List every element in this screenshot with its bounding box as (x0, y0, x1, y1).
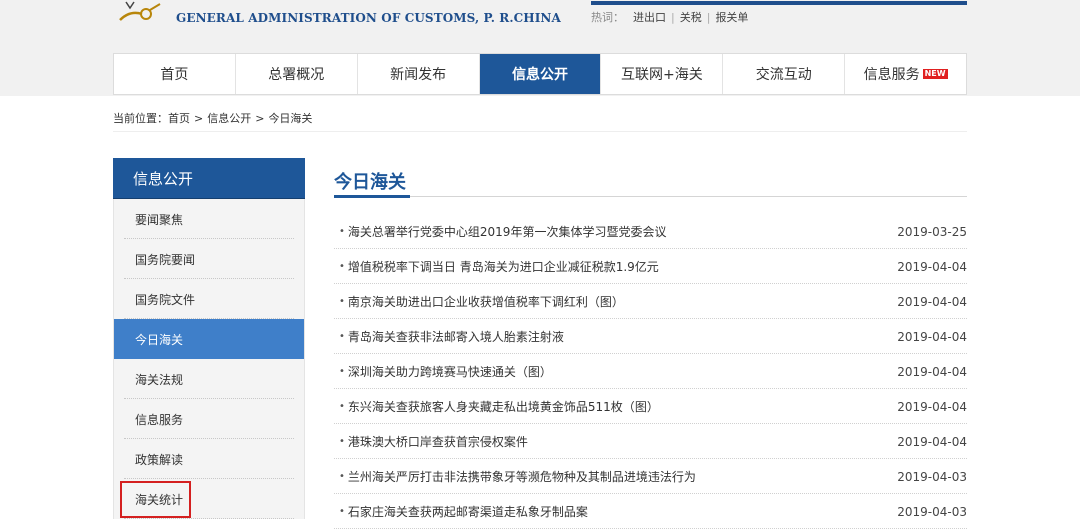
divider (334, 196, 967, 197)
news-title[interactable]: 深圳海关助力跨境赛马快速通关（图） (348, 363, 552, 380)
nav-item-label: 新闻发布 (390, 67, 447, 83)
nav-item-news-release[interactable]: 新闻发布 (358, 54, 480, 94)
divider (113, 131, 967, 132)
breadcrumb-link-home[interactable]: 首页 (168, 112, 190, 125)
news-title[interactable]: 南京海关助进出口企业收获增值税率下调红利（图） (348, 293, 624, 310)
hot-search-label: 热词： (591, 11, 624, 24)
sidebar-item-label: 海关统计 (119, 480, 192, 518)
breadcrumb-link-info-disclosure[interactable]: 信息公开 (207, 112, 251, 125)
new-badge: NEW (922, 69, 948, 79)
bullet-icon: • (339, 401, 345, 412)
news-date: 2019-04-03 (897, 469, 967, 484)
nav-item-label: 首页 (160, 67, 189, 83)
main-content: 今日海关 • 海关总署举行党委中心组2019年第一次集体学习暨党委会议 2019-0… (334, 158, 967, 529)
sidebar-item-info-service[interactable]: 信息服务 (114, 399, 304, 439)
sidebar-item-label: 政策解读 (135, 452, 184, 467)
bullet-icon: • (339, 506, 345, 517)
sidebar-item-label: 今日海关 (135, 332, 184, 347)
bullet-icon: • (339, 436, 345, 447)
bullet-icon: • (339, 296, 345, 307)
news-title[interactable]: 青岛海关查获非法邮寄入境人胎素注射液 (348, 328, 564, 345)
search-bar[interactable] (591, 1, 967, 5)
header-band: GENERAL ADMINISTRATION OF CUSTOMS, P. R.… (0, 0, 1080, 96)
hot-search: 热词： 进出口 | 关税 | 报关单 (591, 9, 753, 25)
nav-item-home[interactable]: 首页 (114, 54, 236, 94)
title-underline (334, 195, 410, 198)
sidebar: 信息公开 要闻聚焦 国务院要闻 国务院文件 今日海关 海关法规 信息服务 政策解… (113, 158, 305, 519)
breadcrumb-current: 今日海关 (268, 112, 313, 125)
sidebar-item-customs-statistics[interactable]: 海关统计 (114, 479, 304, 519)
bullet-icon: • (339, 226, 345, 237)
breadcrumb-prefix: 当前位置： (113, 112, 168, 125)
sidebar-item-news-focus[interactable]: 要闻聚焦 (114, 199, 304, 239)
breadcrumb-separator: > (194, 112, 204, 125)
list-item[interactable]: • 海关总署举行党委中心组2019年第一次集体学习暨党委会议 2019-03-25 (334, 214, 967, 249)
site-name-english[interactable]: GENERAL ADMINISTRATION OF CUSTOMS, P. R.… (176, 11, 561, 25)
nav-item-internet-customs[interactable]: 互联网+海关 (601, 54, 724, 94)
news-date: 2019-04-04 (897, 399, 967, 414)
list-item[interactable]: • 东兴海关查获旅客人身夹藏走私出境黄金饰品511枚（图） 2019-04-04 (334, 389, 967, 424)
news-date: 2019-04-04 (897, 434, 967, 449)
hot-search-link[interactable]: 报关单 (710, 11, 753, 24)
list-item[interactable]: • 兰州海关严厉打击非法携带象牙等濒危物种及其制品进境违法行为 2019-04-03 (334, 459, 967, 494)
breadcrumb-separator: > (255, 112, 265, 125)
hot-search-link[interactable]: 进出口 (628, 11, 671, 24)
news-title[interactable]: 海关总署举行党委中心组2019年第一次集体学习暨党委会议 (348, 223, 667, 240)
sidebar-item-label: 国务院文件 (135, 292, 196, 307)
bullet-icon: • (339, 261, 345, 272)
sidebar-item-label: 海关法规 (135, 372, 184, 387)
list-item[interactable]: • 增值税税率下调当日 青岛海关为进口企业减征税款1.9亿元 2019-04-04 (334, 249, 967, 284)
news-date: 2019-04-04 (897, 294, 967, 309)
sidebar-item-customs-today[interactable]: 今日海关 (114, 319, 304, 359)
list-item[interactable]: • 石家庄海关查获两起邮寄渠道走私象牙制品案 2019-04-03 (334, 494, 967, 529)
news-title[interactable]: 增值税税率下调当日 青岛海关为进口企业减征税款1.9亿元 (348, 258, 659, 275)
nav-item-label: 交流互动 (755, 67, 812, 83)
list-item[interactable]: • 港珠澳大桥口岸查获首宗侵权案件 2019-04-04 (334, 424, 967, 459)
nav-item-overview[interactable]: 总署概况 (236, 54, 358, 94)
news-date: 2019-04-04 (897, 329, 967, 344)
page-title: 今日海关 (334, 172, 406, 193)
sidebar-item-state-council-news[interactable]: 国务院要闻 (114, 239, 304, 279)
list-item[interactable]: • 青岛海关查获非法邮寄入境人胎素注射液 2019-04-04 (334, 319, 967, 354)
news-title[interactable]: 东兴海关查获旅客人身夹藏走私出境黄金饰品511枚（图） (348, 398, 659, 415)
news-date: 2019-04-03 (897, 504, 967, 519)
sidebar-item-state-council-docs[interactable]: 国务院文件 (114, 279, 304, 319)
sidebar-item-policy-interpretation[interactable]: 政策解读 (114, 439, 304, 479)
nav-item-interaction[interactable]: 交流互动 (723, 54, 846, 94)
list-item[interactable]: • 深圳海关助力跨境赛马快速通关（图） 2019-04-04 (334, 354, 967, 389)
nav-item-info-service[interactable]: 信息服务 NEW (845, 54, 966, 94)
hot-search-link[interactable]: 关税 (675, 11, 707, 24)
sidebar-item-label: 信息服务 (135, 412, 184, 427)
nav-item-label: 信息公开 (512, 67, 568, 83)
breadcrumb: 当前位置：首页 > 信息公开 > 今日海关 (113, 110, 312, 126)
bullet-icon: • (339, 366, 345, 377)
nav-item-label: 信息服务 (863, 67, 920, 83)
news-title[interactable]: 兰州海关严厉打击非法携带象牙等濒危物种及其制品进境违法行为 (348, 468, 696, 485)
list-item[interactable]: • 南京海关助进出口企业收获增值税率下调红利（图） 2019-04-04 (334, 284, 967, 319)
news-list: • 海关总署举行党委中心组2019年第一次集体学习暨党委会议 2019-03-25 … (334, 214, 967, 529)
sidebar-list: 要闻聚焦 国务院要闻 国务院文件 今日海关 海关法规 信息服务 政策解读 海关统… (113, 199, 305, 519)
news-date: 2019-04-04 (897, 364, 967, 379)
nav-item-label: 互联网+海关 (621, 67, 703, 83)
bullet-icon: • (339, 331, 345, 342)
sidebar-item-label: 国务院要闻 (135, 252, 196, 267)
main-nav: 首页 总署概况 新闻发布 信息公开 互联网+海关 交流互动 信息服务 NEW (113, 53, 967, 95)
customs-emblem-icon[interactable] (116, 0, 164, 28)
sidebar-item-customs-regulations[interactable]: 海关法规 (114, 359, 304, 399)
news-title[interactable]: 石家庄海关查获两起邮寄渠道走私象牙制品案 (348, 503, 588, 520)
bullet-icon: • (339, 471, 345, 482)
news-title[interactable]: 港珠澳大桥口岸查获首宗侵权案件 (348, 433, 528, 450)
nav-item-info-disclosure[interactable]: 信息公开 (479, 54, 602, 94)
sidebar-title: 信息公开 (113, 158, 305, 199)
news-date: 2019-03-25 (897, 224, 967, 239)
sidebar-item-label: 要闻聚焦 (135, 212, 184, 227)
nav-item-label: 总署概况 (268, 67, 325, 83)
news-date: 2019-04-04 (897, 259, 967, 274)
